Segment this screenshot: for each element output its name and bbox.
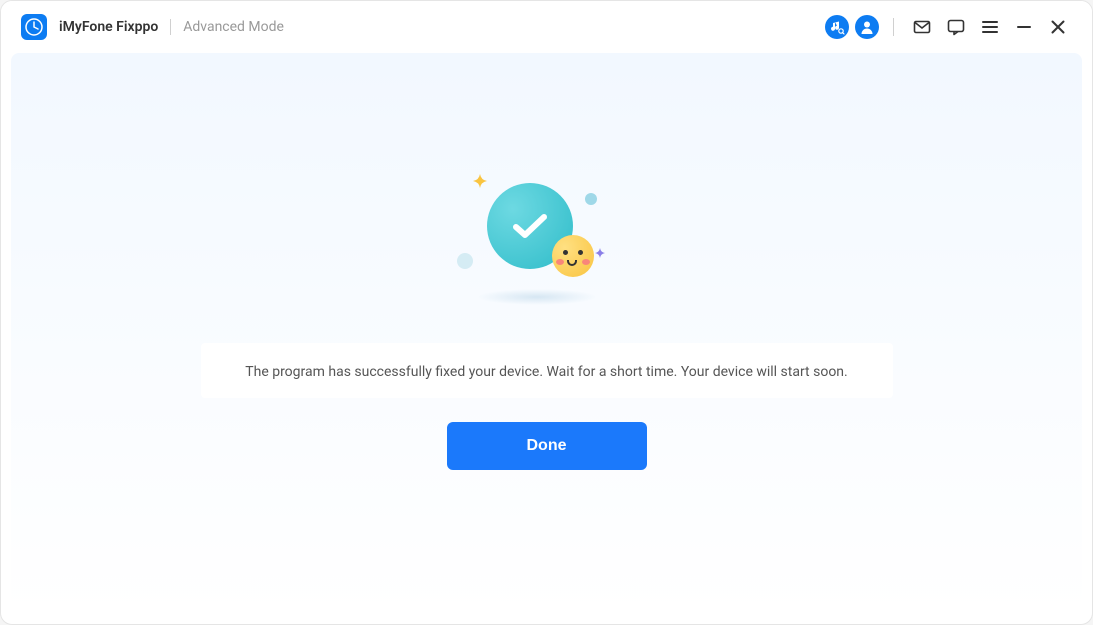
mode-divider — [170, 19, 171, 35]
titlebar-actions — [825, 13, 1072, 41]
chat-icon[interactable] — [942, 13, 970, 41]
music-search-icon[interactable] — [825, 15, 849, 39]
titlebar: iMyFone Fixppo Advanced Mode — [1, 1, 1092, 53]
close-icon[interactable] — [1044, 13, 1072, 41]
content-area: The program has successfully fixed your … — [11, 53, 1082, 614]
message-box: The program has successfully fixed your … — [201, 343, 893, 398]
star-icon — [473, 173, 487, 192]
app-window: iMyFone Fixppo Advanced Mode — [0, 0, 1093, 625]
success-illustration — [447, 173, 647, 313]
shadow — [477, 289, 597, 305]
done-button[interactable]: Done — [447, 422, 647, 470]
menu-icon[interactable] — [976, 13, 1004, 41]
app-logo-icon — [21, 14, 47, 40]
success-message: The program has successfully fixed your … — [245, 364, 847, 380]
divider — [893, 18, 894, 36]
mode-label: Advanced Mode — [183, 19, 284, 35]
account-icon[interactable] — [855, 15, 879, 39]
decoration-circle — [457, 253, 473, 269]
mail-icon[interactable] — [908, 13, 936, 41]
star-icon — [595, 243, 605, 262]
app-title: iMyFone Fixppo — [59, 19, 158, 35]
smiley-icon — [552, 235, 594, 277]
minimize-icon[interactable] — [1010, 13, 1038, 41]
decoration-circle — [585, 193, 597, 205]
